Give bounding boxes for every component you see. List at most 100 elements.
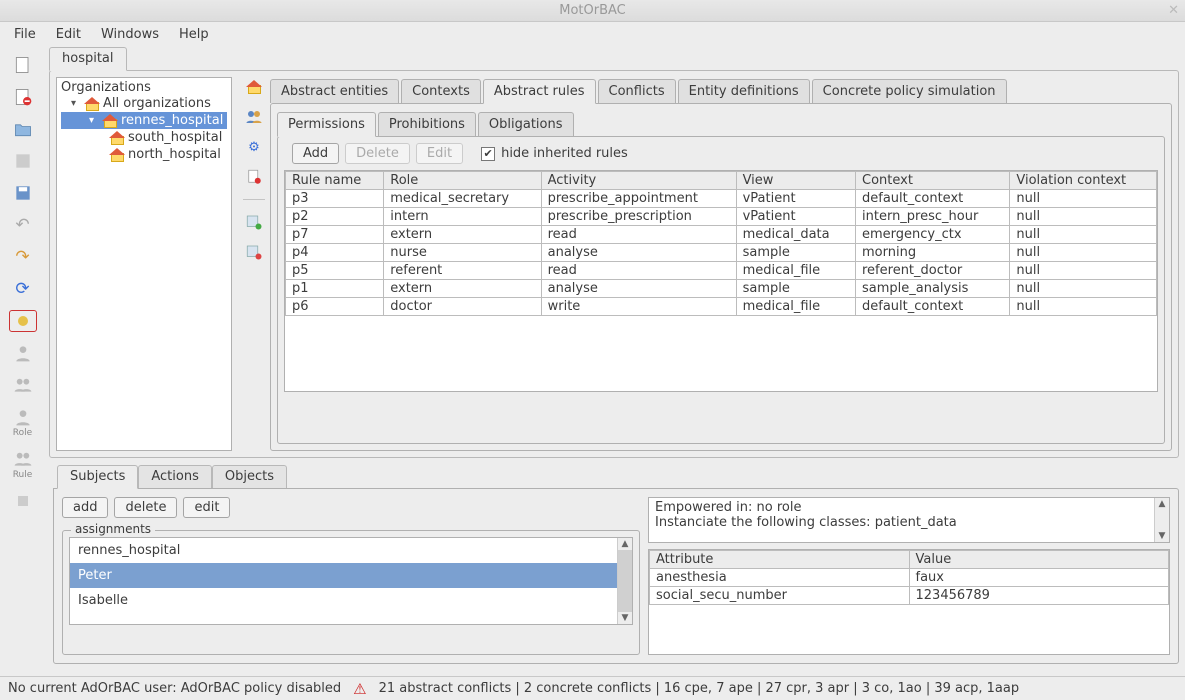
rule-add-icon[interactable] xyxy=(242,212,266,232)
bottom-tabstrip: Subjects Actions Objects xyxy=(45,464,1185,488)
close-icon[interactable]: ✕ xyxy=(1168,3,1179,18)
table-row[interactable]: p7externreadmedical_dataemergency_ctxnul… xyxy=(286,226,1157,244)
tab-hospital[interactable]: hospital xyxy=(49,47,127,71)
tab-conflicts[interactable]: Conflicts xyxy=(598,79,676,103)
add-rule-button[interactable]: Add xyxy=(292,143,339,164)
list-item[interactable]: rennes_hospital xyxy=(70,538,617,563)
add-subject-button[interactable]: add xyxy=(62,497,108,518)
table-header[interactable]: Context xyxy=(856,172,1010,190)
new-icon[interactable] xyxy=(9,54,37,76)
tree-north[interactable]: north_hospital xyxy=(61,146,227,163)
extra-icon[interactable] xyxy=(9,490,37,512)
tab-actions[interactable]: Actions xyxy=(138,465,212,488)
rule-remove-icon[interactable] xyxy=(242,242,266,262)
org-house-icon[interactable] xyxy=(242,77,266,97)
menu-windows[interactable]: Windows xyxy=(91,24,169,45)
simulate-icon[interactable] xyxy=(9,310,37,332)
tab-abstract-rules[interactable]: Abstract rules xyxy=(483,79,596,104)
tab-obligations[interactable]: Obligations xyxy=(478,112,574,136)
delete-subject-button[interactable]: delete xyxy=(114,497,177,518)
org-doc-icon[interactable] xyxy=(242,167,266,187)
col-value[interactable]: Value xyxy=(909,551,1169,569)
tree-south[interactable]: south_hospital xyxy=(61,129,227,146)
arrow-down-icon[interactable]: ▼ xyxy=(1159,531,1166,541)
list-item[interactable]: Isabelle xyxy=(70,588,617,613)
status-right: 21 abstract conflicts | 2 concrete confl… xyxy=(379,681,1020,696)
table-header[interactable]: Role xyxy=(384,172,541,190)
user-icon[interactable] xyxy=(9,342,37,364)
undo-icon[interactable]: ↶ xyxy=(9,214,37,236)
table-row[interactable]: social_secu_number123456789 xyxy=(650,587,1169,605)
chevron-down-icon[interactable]: ▾ xyxy=(89,115,99,126)
table-row[interactable]: anesthesiafaux xyxy=(650,569,1169,587)
arrow-up-icon[interactable]: ▲ xyxy=(1159,499,1166,509)
tab-permissions[interactable]: Permissions xyxy=(277,112,376,137)
house-icon xyxy=(84,97,100,111)
menu-file[interactable]: File xyxy=(4,24,46,45)
tree-root: Organizations xyxy=(61,80,227,95)
tab-prohibitions[interactable]: Prohibitions xyxy=(378,112,476,136)
titlebar: MotOrBAC ✕ xyxy=(0,0,1185,22)
top-tabstrip: Abstract entities Contexts Abstract rule… xyxy=(270,75,1172,103)
org-gear-icon[interactable]: ⚙ xyxy=(242,137,266,157)
arrow-down-icon[interactable]: ▼ xyxy=(622,613,629,623)
rule-label: Rule xyxy=(13,470,33,480)
open-icon[interactable] xyxy=(9,118,37,140)
org-tree[interactable]: Organizations ▾ All organizations ▾ renn… xyxy=(56,77,232,451)
close-policy-icon[interactable] xyxy=(9,86,37,108)
table-header[interactable]: Violation context xyxy=(1010,172,1157,190)
menu-edit[interactable]: Edit xyxy=(46,24,91,45)
role-icon[interactable] xyxy=(9,406,37,428)
rules-box: Permissions Prohibitions Obligations Add… xyxy=(270,103,1172,451)
scrollbar[interactable]: ▲ ▼ xyxy=(1154,498,1169,542)
menu-help[interactable]: Help xyxy=(169,24,219,45)
info-line-1: Empowered in: no role xyxy=(655,500,1148,515)
rule-icon[interactable] xyxy=(9,448,37,470)
hide-inherited-checkbox[interactable]: ✔ hide inherited rules xyxy=(481,146,628,161)
policy-tabstrip: hospital xyxy=(45,46,1185,70)
redo-icon[interactable]: ↷ xyxy=(9,246,37,268)
edit-subject-button[interactable]: edit xyxy=(183,497,230,518)
tab-entity-definitions[interactable]: Entity definitions xyxy=(678,79,810,103)
assignments-legend: assignments xyxy=(71,522,155,536)
statusbar: No current AdOrBAC user: AdOrBAC policy … xyxy=(0,676,1185,700)
table-row[interactable]: p2internprescribe_prescriptionvPatientin… xyxy=(286,208,1157,226)
role-label: Role xyxy=(13,428,32,438)
edit-rule-button[interactable]: Edit xyxy=(416,143,463,164)
tree-rennes[interactable]: ▾ rennes_hospital xyxy=(61,112,227,129)
tab-objects[interactable]: Objects xyxy=(212,465,287,488)
table-header[interactable]: View xyxy=(736,172,855,190)
house-icon xyxy=(109,148,125,162)
tab-abstract-entities[interactable]: Abstract entities xyxy=(270,79,399,103)
assignments-group: assignments rennes_hospitalPeterIsabelle… xyxy=(62,530,640,655)
mid-toolbar: ⚙ xyxy=(238,71,270,457)
scrollbar-thumb[interactable] xyxy=(618,550,632,612)
table-row[interactable]: p6doctorwritemedical_filedefault_context… xyxy=(286,298,1157,316)
save-icon[interactable] xyxy=(9,150,37,172)
org-users-icon[interactable] xyxy=(242,107,266,127)
table-header[interactable]: Rule name xyxy=(286,172,384,190)
tab-contexts[interactable]: Contexts xyxy=(401,79,481,103)
table-row[interactable]: p1externanalysesamplesample_analysisnull xyxy=(286,280,1157,298)
table-row[interactable]: p3medical_secretaryprescribe_appointment… xyxy=(286,190,1157,208)
tab-subjects[interactable]: Subjects xyxy=(57,465,138,489)
tab-simulation[interactable]: Concrete policy simulation xyxy=(812,79,1007,103)
list-item[interactable]: Peter xyxy=(70,563,617,588)
save-as-icon[interactable] xyxy=(9,182,37,204)
table-row[interactable]: p4nurseanalysesamplemorningnull xyxy=(286,244,1157,262)
window-title: MotOrBAC xyxy=(559,3,626,18)
rules-table[interactable]: Rule nameRoleActivityViewContextViolatio… xyxy=(284,170,1158,392)
table-header[interactable]: Activity xyxy=(541,172,736,190)
chevron-down-icon[interactable]: ▾ xyxy=(71,98,81,109)
tree-all-orgs[interactable]: ▾ All organizations xyxy=(61,95,227,112)
users-icon[interactable] xyxy=(9,374,37,396)
table-row[interactable]: p5referentreadmedical_filereferent_docto… xyxy=(286,262,1157,280)
assignments-list[interactable]: rennes_hospitalPeterIsabelle ▲ ▼ xyxy=(69,537,633,625)
col-attribute[interactable]: Attribute xyxy=(650,551,910,569)
refresh-icon[interactable]: ⟳ xyxy=(9,278,37,300)
scrollbar[interactable]: ▲ ▼ xyxy=(617,538,632,624)
arrow-up-icon[interactable]: ▲ xyxy=(622,539,629,549)
attributes-table[interactable]: Attribute Value anesthesiafauxsocial_sec… xyxy=(648,549,1170,655)
delete-rule-button[interactable]: Delete xyxy=(345,143,410,164)
house-icon xyxy=(109,131,125,145)
